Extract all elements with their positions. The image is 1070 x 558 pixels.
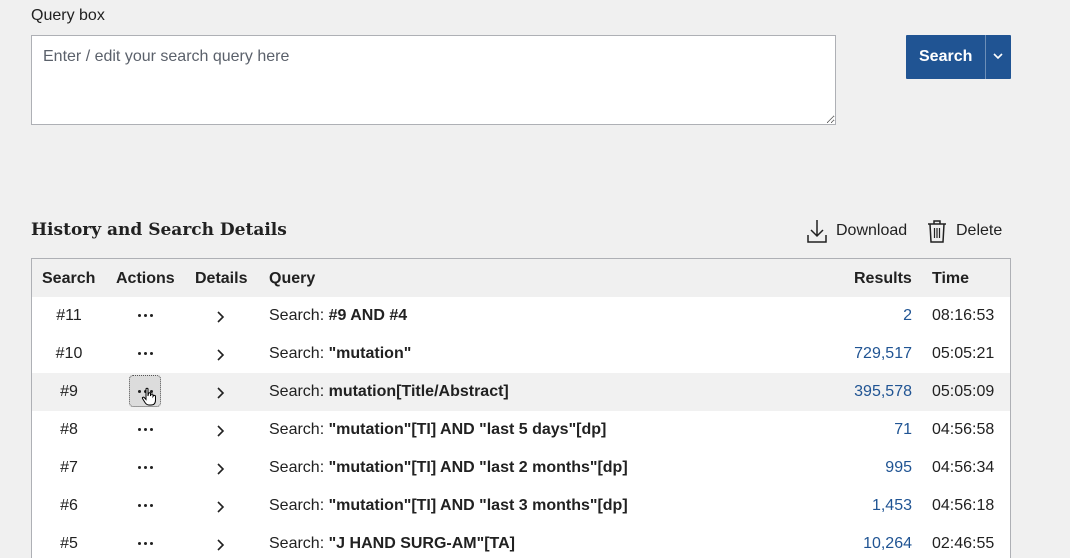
row-search-number: #8	[60, 421, 78, 438]
row-time: 05:05:09	[932, 383, 995, 400]
chevron-down-icon[interactable]	[992, 50, 1004, 62]
row-search-number: #5	[60, 535, 78, 552]
query-text: #9 AND #4	[328, 307, 408, 324]
table-row: #10 Search: "mutation" 729,517 05:05:21	[32, 335, 1010, 374]
table-row: #9 Search: mutation[Title/Abstract] 395,…	[32, 373, 1010, 412]
actions-button[interactable]	[116, 345, 174, 363]
row-time: 04:56:18	[932, 497, 995, 514]
results-link[interactable]: 71	[812, 421, 912, 439]
search-button[interactable]: Search	[906, 35, 1011, 79]
row-query: Search: "mutation"[TI] AND "last 2 month…	[269, 459, 628, 477]
query-text: "mutation"[TI] AND "last 2 months"[dp]	[328, 459, 628, 476]
chevron-right-icon[interactable]	[212, 538, 228, 552]
col-actions: Actions	[116, 270, 175, 287]
row-search-number: #10	[55, 345, 83, 362]
row-search-number: #11	[56, 307, 82, 324]
delete-label: Delete	[956, 222, 1003, 239]
results-link[interactable]: 995	[812, 459, 912, 477]
more-dots-icon	[138, 352, 154, 356]
results-link[interactable]: 729,517	[812, 345, 912, 363]
col-results: Results	[854, 270, 912, 287]
query-text: mutation[Title/Abstract]	[328, 383, 509, 400]
query-prefix: Search:	[269, 307, 329, 324]
download-button[interactable]: Download	[806, 218, 907, 244]
query-input[interactable]	[31, 35, 836, 125]
query-text: "mutation"	[328, 345, 412, 362]
results-link[interactable]: 10,264	[812, 535, 912, 553]
results-link[interactable]: 395,578	[812, 383, 912, 401]
col-time: Time	[932, 270, 970, 287]
actions-button[interactable]	[116, 421, 174, 439]
table-header: Search Actions Details Query Results Tim…	[32, 259, 1010, 298]
row-time: 08:16:53	[932, 307, 995, 324]
query-prefix: Search:	[269, 345, 329, 362]
more-dots-icon	[138, 466, 154, 470]
row-query: Search: #9 AND #4	[269, 307, 407, 325]
col-details: Details	[195, 270, 248, 287]
row-search-number: #6	[60, 497, 78, 514]
actions-button[interactable]	[116, 535, 174, 553]
row-query: Search: "mutation"[TI] AND "last 5 days"…	[269, 421, 606, 439]
query-prefix: Search:	[269, 535, 329, 552]
history-title: History and Search Details	[31, 220, 287, 240]
row-search-number: #7	[60, 459, 78, 476]
row-time: 04:56:58	[932, 421, 995, 438]
query-prefix: Search:	[269, 459, 329, 476]
table-row: #6 Search: "mutation"[TI] AND "last 3 mo…	[32, 487, 1010, 526]
query-text: "J HAND SURG-AM"[TA]	[328, 535, 516, 552]
row-query: Search: "mutation"[TI] AND "last 3 month…	[269, 497, 628, 515]
col-query: Query	[269, 270, 316, 287]
chevron-right-icon[interactable]	[212, 386, 228, 400]
query-box-label: Query box	[31, 7, 105, 24]
chevron-right-icon[interactable]	[212, 424, 228, 438]
query-text: "mutation"[TI] AND "last 5 days"[dp]	[328, 421, 607, 438]
col-search: Search	[42, 270, 96, 287]
query-prefix: Search:	[269, 497, 329, 514]
query-prefix: Search:	[269, 421, 329, 438]
more-dots-icon	[138, 428, 154, 432]
row-query: Search: "mutation"	[269, 345, 411, 363]
row-query: Search: mutation[Title/Abstract]	[269, 383, 509, 401]
history-table: Search Actions Details Query Results Tim…	[31, 258, 1011, 558]
more-dots-icon	[138, 314, 154, 318]
row-search-number: #9	[60, 383, 78, 400]
delete-button[interactable]: Delete	[926, 218, 1002, 244]
table-row: #5 Search: "J HAND SURG-AM"[TA] 10,264 0…	[32, 525, 1010, 558]
chevron-right-icon[interactable]	[212, 500, 228, 514]
download-label: Download	[836, 222, 908, 239]
table-row: #7 Search: "mutation"[TI] AND "last 2 mo…	[32, 449, 1010, 488]
row-time: 02:46:55	[932, 535, 995, 552]
download-icon	[807, 220, 827, 243]
search-button-label: Search	[919, 48, 973, 65]
row-time: 05:05:21	[932, 345, 995, 362]
query-text: "mutation"[TI] AND "last 3 months"[dp]	[328, 497, 628, 514]
actions-button[interactable]	[116, 497, 174, 515]
search-button-divider	[985, 35, 986, 79]
hand-cursor-icon	[141, 387, 156, 406]
chevron-right-icon[interactable]	[212, 462, 228, 476]
more-dots-icon	[138, 504, 154, 508]
trash-icon	[928, 220, 946, 243]
results-link[interactable]: 1,453	[812, 497, 912, 515]
chevron-right-icon[interactable]	[212, 310, 228, 324]
results-link[interactable]: 2	[812, 307, 912, 325]
actions-button[interactable]	[116, 459, 174, 477]
row-query: Search: "J HAND SURG-AM"[TA]	[269, 535, 515, 553]
query-prefix: Search:	[269, 383, 329, 400]
chevron-right-icon[interactable]	[212, 348, 228, 362]
table-row: #11 Search: #9 AND #4 2 08:16:53	[32, 297, 1010, 336]
table-row: #8 Search: "mutation"[TI] AND "last 5 da…	[32, 411, 1010, 450]
row-time: 04:56:34	[932, 459, 995, 476]
actions-button[interactable]	[116, 307, 174, 325]
